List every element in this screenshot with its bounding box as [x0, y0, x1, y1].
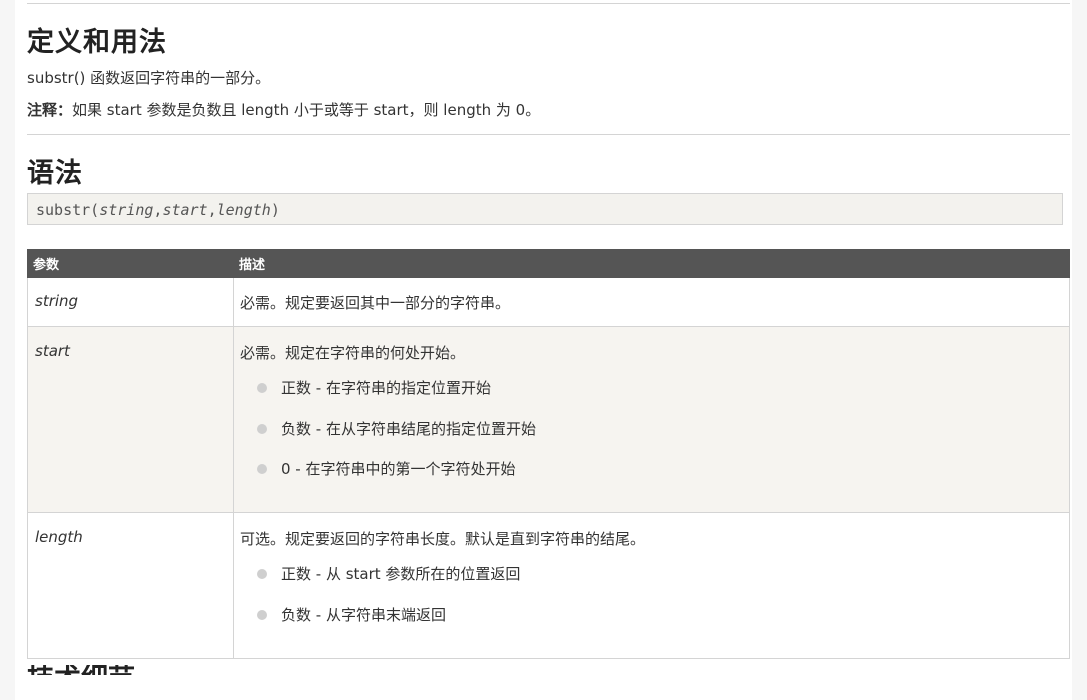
syntax-code-block: substr(string,start,length) [27, 193, 1063, 225]
bullet-icon [257, 610, 267, 620]
bullet-icon [257, 383, 267, 393]
list-item: 负数 - 在从字符串结尾的指定位置开始 [240, 419, 1069, 439]
bullet-icon [257, 424, 267, 434]
list-item-text: 负数 - 在从字符串结尾的指定位置开始 [281, 420, 536, 438]
column-header-description: 描述 [233, 249, 1070, 278]
code-param-length: length [216, 201, 271, 219]
param-description: 可选。规定要返回的字符串长度。默认是直到字符串的结尾。 [240, 530, 646, 548]
content-page: 定义和用法 substr() 函数返回字符串的一部分。 注释：如果 start … [15, 0, 1072, 700]
list-item-text: 正数 - 从 start 参数所在的位置返回 [281, 565, 521, 583]
code-close: ) [270, 201, 280, 219]
code-separator: , [207, 201, 217, 219]
list-item-text: 0 - 在字符串中的第一个字符处开始 [281, 460, 516, 478]
definition-description: substr() 函数返回字符串的一部分。 [27, 69, 271, 87]
list-item-text: 负数 - 从字符串末端返回 [281, 606, 446, 624]
param-name: start [27, 326, 234, 513]
table-row: string 必需。规定要返回其中一部分的字符串。 [27, 277, 1070, 327]
bullet-list: 正数 - 在字符串的指定位置开始 负数 - 在从字符串结尾的指定位置开始 0 -… [240, 378, 1069, 479]
param-name: string [27, 277, 234, 327]
note-label: 注释： [27, 101, 73, 119]
list-item: 正数 - 从 start 参数所在的位置返回 [240, 564, 1069, 584]
bullet-list: 正数 - 从 start 参数所在的位置返回 负数 - 从字符串末端返回 [240, 564, 1069, 625]
syntax-heading: 语法 [27, 158, 83, 189]
param-description: 必需。规定要返回其中一部分的字符串。 [233, 277, 1070, 327]
bullet-icon [257, 464, 267, 474]
param-description: 必需。规定在字符串的何处开始。 [240, 344, 466, 362]
list-item-text: 正数 - 在字符串的指定位置开始 [281, 379, 491, 397]
definition-note: 注释：如果 start 参数是负数且 length 小于或等于 start，则 … [27, 100, 540, 120]
param-name: length [27, 512, 234, 659]
code-param-start: start [162, 201, 208, 219]
table-row: start 必需。规定在字符串的何处开始。 正数 - 在字符串的指定位置开始 负… [27, 326, 1070, 513]
code-function: substr( [36, 201, 100, 219]
list-item: 0 - 在字符串中的第一个字符处开始 [240, 459, 1069, 479]
bullet-icon [257, 569, 267, 579]
table-header-row: 参数 描述 [27, 249, 1070, 278]
list-item: 正数 - 在字符串的指定位置开始 [240, 378, 1069, 398]
divider [27, 3, 1070, 4]
param-description-cell: 必需。规定在字符串的何处开始。 正数 - 在字符串的指定位置开始 负数 - 在从… [233, 326, 1070, 513]
column-header-param: 参数 [27, 249, 234, 278]
note-text: 如果 start 参数是负数且 length 小于或等于 start，则 len… [72, 101, 541, 119]
param-description-cell: 可选。规定要返回的字符串长度。默认是直到字符串的结尾。 正数 - 从 start… [233, 512, 1070, 659]
table-row: length 可选。规定要返回的字符串长度。默认是直到字符串的结尾。 正数 - … [27, 512, 1070, 659]
list-item: 负数 - 从字符串末端返回 [240, 605, 1069, 625]
next-section-heading: 技术细节 [27, 665, 135, 675]
divider [27, 134, 1070, 135]
definition-heading: 定义和用法 [27, 27, 167, 58]
parameter-table: 参数 描述 string 必需。规定要返回其中一部分的字符串。 start 必需… [27, 249, 1070, 659]
code-param-string: string [99, 201, 154, 219]
